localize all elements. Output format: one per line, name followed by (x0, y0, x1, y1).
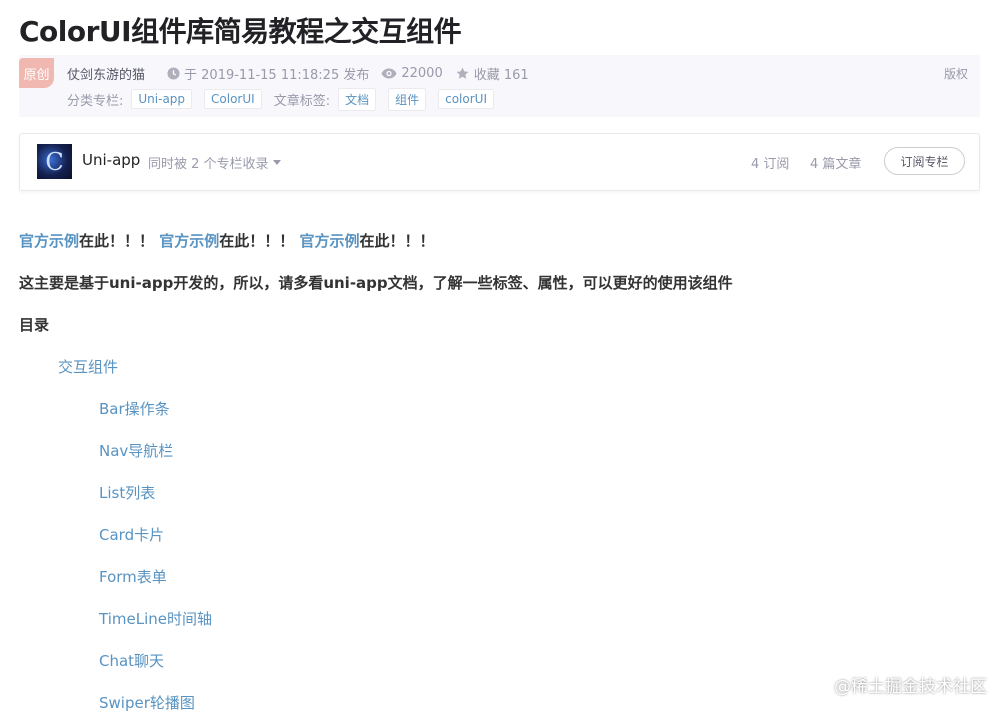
official-example-notice: 官方示例在此！！！ 官方示例在此！！！ 官方示例在此！！！ (19, 230, 435, 251)
article-tag-components[interactable]: 组件 (388, 87, 427, 111)
original-badge: 原创 (19, 58, 54, 88)
category-tag-colorui[interactable]: ColorUI (204, 89, 262, 109)
article-page: ColorUI组件库简易教程之交互组件 原创 仗剑东游的猫 于 2019-11-… (0, 0, 1007, 714)
clock-icon (167, 66, 180, 80)
view-count-text: 22000 (401, 65, 443, 81)
column-subscribers: 4 订阅 (751, 157, 790, 172)
toc-item-bar[interactable]: Bar操作条 (99, 398, 170, 419)
column-included-text: 同时被 2 个专栏收录 (148, 157, 269, 172)
notice-text-1: 在此！！！ (79, 232, 160, 250)
article-tag-colorui[interactable]: colorUI (438, 89, 494, 109)
column-included-dropdown[interactable]: 同时被 2 个专栏收录 (148, 153, 281, 172)
column-articles: 4 篇文章 (810, 157, 862, 172)
watermark: @稀土掘金技术社区 (834, 677, 987, 697)
copyright-link[interactable]: 版权 (944, 65, 968, 82)
toc-item-form[interactable]: Form表单 (99, 566, 167, 587)
article-tag-docs[interactable]: 文档 (338, 87, 377, 111)
toc-item-nav[interactable]: Nav导航栏 (99, 440, 173, 461)
toc-item-interactive-components[interactable]: 交互组件 (58, 356, 118, 377)
category-label: 分类专栏: (67, 93, 124, 109)
intro-paragraph: 这主要是基于uni-app开发的，所以，请多看uni-app文档，了解一些标签、… (19, 274, 733, 292)
toc-item-card[interactable]: Card卡片 (99, 524, 164, 545)
notice-text-2: 在此！！！ (219, 232, 300, 250)
publish-time-text: 于 2019-11-15 11:18:25 发布 (184, 67, 370, 83)
tags-label: 文章标签: (273, 93, 331, 109)
view-count: 22000 (381, 65, 443, 81)
star-icon (456, 67, 469, 79)
meta-info-row: 仗剑东游的猫 于 2019-11-15 11:18:25 发布 22000 收藏… (67, 63, 541, 83)
toc-item-list[interactable]: List列表 (99, 482, 155, 503)
column-avatar[interactable]: C (37, 144, 72, 179)
author-link[interactable]: 仗剑东游的猫 (67, 64, 145, 83)
toc-item-timeline[interactable]: TimeLine时间轴 (99, 608, 212, 629)
category-tag-uni-app[interactable]: Uni-app (131, 89, 193, 109)
favorite-button[interactable]: 收藏 161 (455, 64, 529, 83)
notice-text-3: 在此！！！ (359, 232, 435, 250)
official-example-link-1[interactable]: 官方示例 (19, 232, 79, 250)
official-example-link-2[interactable]: 官方示例 (159, 232, 219, 250)
column-card: C Uni-app 同时被 2 个专栏收录 4 订阅 4 篇文章 订阅专栏 (19, 133, 980, 191)
publish-time: 于 2019-11-15 11:18:25 发布 (167, 64, 369, 83)
toc-item-swiper[interactable]: Swiper轮播图 (99, 692, 195, 713)
favorite-count: 收藏 161 (473, 67, 529, 83)
eye-icon (381, 68, 397, 78)
meta-tags-row: 分类专栏: Uni-app ColorUI 文章标签: 文档 组件 colorU… (67, 87, 506, 111)
article-title: ColorUI组件库简易教程之交互组件 (19, 15, 462, 48)
toc-heading: 目录 (19, 316, 50, 334)
chevron-down-icon (272, 160, 281, 165)
subscribe-column-button[interactable]: 订阅专栏 (884, 147, 965, 175)
official-example-link-3[interactable]: 官方示例 (300, 232, 360, 250)
column-name[interactable]: Uni-app (82, 151, 140, 169)
article-meta: 原创 仗剑东游的猫 于 2019-11-15 11:18:25 发布 22000… (19, 55, 980, 117)
toc-item-chat[interactable]: Chat聊天 (99, 650, 164, 671)
